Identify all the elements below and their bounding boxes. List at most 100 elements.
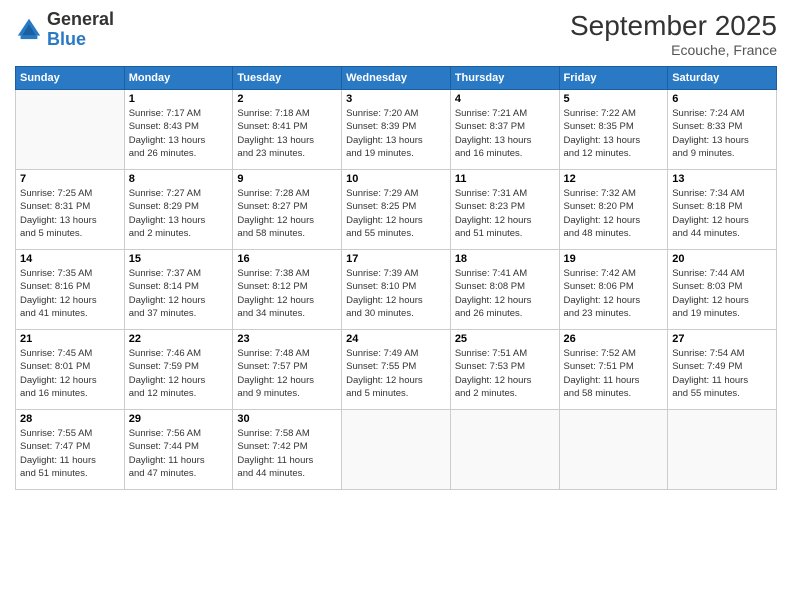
day-cell: 3Sunrise: 7:20 AMSunset: 8:39 PMDaylight… xyxy=(342,90,451,170)
day-cell: 28Sunrise: 7:55 AMSunset: 7:47 PMDayligh… xyxy=(16,410,125,490)
week-row-2: 14Sunrise: 7:35 AMSunset: 8:16 PMDayligh… xyxy=(16,250,777,330)
day-cell: 13 Sunrise: 7:34 AMSunset: 8:18 PMDayligh… xyxy=(668,170,777,250)
day-info: Sunrise: 7:58 AMSunset: 7:42 PMDaylight:… xyxy=(237,427,337,480)
logo-blue-text: Blue xyxy=(47,29,86,49)
col-tuesday: Tuesday xyxy=(233,67,342,90)
day-cell xyxy=(16,90,125,170)
header-row: Sunday Monday Tuesday Wednesday Thursday… xyxy=(16,67,777,90)
day-info: Sunrise: 7:54 AMSunset: 7:49 PMDaylight:… xyxy=(672,347,772,400)
day-info: Sunrise: 7:48 AMSunset: 7:57 PMDaylight:… xyxy=(237,347,337,400)
day-info: Sunrise: 7:18 AMSunset: 8:41 PMDaylight:… xyxy=(237,107,337,160)
day-cell xyxy=(559,410,668,490)
calendar-table: Sunday Monday Tuesday Wednesday Thursday… xyxy=(15,66,777,490)
day-number: 16 xyxy=(237,253,337,265)
logo: General Blue xyxy=(15,10,114,50)
day-cell: 22Sunrise: 7:46 AMSunset: 7:59 PMDayligh… xyxy=(124,330,233,410)
day-cell xyxy=(668,410,777,490)
day-cell: 14Sunrise: 7:35 AMSunset: 8:16 PMDayligh… xyxy=(16,250,125,330)
day-number: 4 xyxy=(455,93,555,105)
day-info: Sunrise: 7:41 AMSunset: 8:08 PMDaylight:… xyxy=(455,267,555,320)
day-number: 8 xyxy=(129,173,229,185)
day-info: Sunrise: 7:31 AMSunset: 8:23 PMDaylight:… xyxy=(455,187,555,240)
calendar-header: Sunday Monday Tuesday Wednesday Thursday… xyxy=(16,67,777,90)
day-cell: 29 Sunrise: 7:56 AMSunset: 7:44 PMDayligh… xyxy=(124,410,233,490)
header: General Blue September 2025 Ecouche, Fra… xyxy=(15,10,777,58)
week-row-3: 21Sunrise: 7:45 AMSunset: 8:01 PMDayligh… xyxy=(16,330,777,410)
day-cell: 1Sunrise: 7:17 AMSunset: 8:43 PMDaylight… xyxy=(124,90,233,170)
day-info: Sunrise: 7:17 AMSunset: 8:43 PMDaylight:… xyxy=(129,107,229,160)
day-number: 2 xyxy=(237,93,337,105)
col-monday: Monday xyxy=(124,67,233,90)
day-info: Sunrise: 7:52 AMSunset: 7:51 PMDaylight:… xyxy=(564,347,664,400)
day-number: 29 xyxy=(129,413,229,425)
day-info: Sunrise: 7:27 AMSunset: 8:29 PMDaylight:… xyxy=(129,187,229,240)
day-number: 23 xyxy=(237,333,337,345)
day-cell: 27 Sunrise: 7:54 AMSunset: 7:49 PMDayligh… xyxy=(668,330,777,410)
day-number: 18 xyxy=(455,253,555,265)
col-saturday: Saturday xyxy=(668,67,777,90)
col-thursday: Thursday xyxy=(450,67,559,90)
week-row-0: 1Sunrise: 7:17 AMSunset: 8:43 PMDaylight… xyxy=(16,90,777,170)
day-info: Sunrise: 7:38 AMSunset: 8:12 PMDaylight:… xyxy=(237,267,337,320)
day-cell: 18 Sunrise: 7:41 AMSunset: 8:08 PMDayligh… xyxy=(450,250,559,330)
day-cell: 7 Sunrise: 7:25 AMSunset: 8:31 PMDaylight… xyxy=(16,170,125,250)
title-block: September 2025 Ecouche, France xyxy=(570,10,777,58)
day-cell: 9Sunrise: 7:28 AMSunset: 8:27 PMDaylight… xyxy=(233,170,342,250)
day-info: Sunrise: 7:37 AMSunset: 8:14 PMDaylight:… xyxy=(129,267,229,320)
day-info: Sunrise: 7:51 AMSunset: 7:53 PMDaylight:… xyxy=(455,347,555,400)
day-number: 25 xyxy=(455,333,555,345)
day-info: Sunrise: 7:20 AMSunset: 8:39 PMDaylight:… xyxy=(346,107,446,160)
day-cell: 5 Sunrise: 7:22 AMSunset: 8:35 PMDaylight… xyxy=(559,90,668,170)
day-number: 28 xyxy=(20,413,120,425)
day-cell: 4 Sunrise: 7:21 AMSunset: 8:37 PMDaylight… xyxy=(450,90,559,170)
day-cell: 26 Sunrise: 7:52 AMSunset: 7:51 PMDayligh… xyxy=(559,330,668,410)
day-cell: 6Sunrise: 7:24 AMSunset: 8:33 PMDaylight… xyxy=(668,90,777,170)
col-wednesday: Wednesday xyxy=(342,67,451,90)
day-number: 13 xyxy=(672,173,772,185)
day-number: 22 xyxy=(129,333,229,345)
day-info: Sunrise: 7:25 AMSunset: 8:31 PMDaylight:… xyxy=(20,187,120,240)
day-number: 7 xyxy=(20,173,120,185)
day-info: Sunrise: 7:21 AMSunset: 8:37 PMDaylight:… xyxy=(455,107,555,160)
day-number: 24 xyxy=(346,333,446,345)
day-cell: 11 Sunrise: 7:31 AMSunset: 8:23 PMDayligh… xyxy=(450,170,559,250)
day-cell xyxy=(450,410,559,490)
day-info: Sunrise: 7:28 AMSunset: 8:27 PMDaylight:… xyxy=(237,187,337,240)
day-number: 30 xyxy=(237,413,337,425)
day-number: 5 xyxy=(564,93,664,105)
page: General Blue September 2025 Ecouche, Fra… xyxy=(0,0,792,612)
day-cell: 25 Sunrise: 7:51 AMSunset: 7:53 PMDayligh… xyxy=(450,330,559,410)
day-cell: 15 Sunrise: 7:37 AMSunset: 8:14 PMDayligh… xyxy=(124,250,233,330)
day-info: Sunrise: 7:56 AMSunset: 7:44 PMDaylight:… xyxy=(129,427,229,480)
day-cell: 17Sunrise: 7:39 AMSunset: 8:10 PMDayligh… xyxy=(342,250,451,330)
day-cell: 16 Sunrise: 7:38 AMSunset: 8:12 PMDayligh… xyxy=(233,250,342,330)
day-number: 11 xyxy=(455,173,555,185)
day-info: Sunrise: 7:22 AMSunset: 8:35 PMDaylight:… xyxy=(564,107,664,160)
col-sunday: Sunday xyxy=(16,67,125,90)
day-info: Sunrise: 7:34 AMSunset: 8:18 PMDaylight:… xyxy=(672,187,772,240)
day-number: 26 xyxy=(564,333,664,345)
day-cell: 2 Sunrise: 7:18 AMSunset: 8:41 PMDaylight… xyxy=(233,90,342,170)
col-friday: Friday xyxy=(559,67,668,90)
day-info: Sunrise: 7:32 AMSunset: 8:20 PMDaylight:… xyxy=(564,187,664,240)
day-info: Sunrise: 7:42 AMSunset: 8:06 PMDaylight:… xyxy=(564,267,664,320)
day-number: 12 xyxy=(564,173,664,185)
day-number: 27 xyxy=(672,333,772,345)
day-number: 20 xyxy=(672,253,772,265)
month-title: September 2025 xyxy=(570,10,777,42)
logo-general-text: General xyxy=(47,9,114,29)
day-number: 17 xyxy=(346,253,446,265)
day-cell: 19Sunrise: 7:42 AMSunset: 8:06 PMDayligh… xyxy=(559,250,668,330)
day-number: 15 xyxy=(129,253,229,265)
day-info: Sunrise: 7:44 AMSunset: 8:03 PMDaylight:… xyxy=(672,267,772,320)
day-cell: 24 Sunrise: 7:49 AMSunset: 7:55 PMDayligh… xyxy=(342,330,451,410)
day-cell xyxy=(342,410,451,490)
day-cell: 8 Sunrise: 7:27 AMSunset: 8:29 PMDaylight… xyxy=(124,170,233,250)
day-info: Sunrise: 7:49 AMSunset: 7:55 PMDaylight:… xyxy=(346,347,446,400)
day-cell: 20 Sunrise: 7:44 AMSunset: 8:03 PMDayligh… xyxy=(668,250,777,330)
week-row-4: 28Sunrise: 7:55 AMSunset: 7:47 PMDayligh… xyxy=(16,410,777,490)
calendar-body: 1Sunrise: 7:17 AMSunset: 8:43 PMDaylight… xyxy=(16,90,777,490)
day-number: 21 xyxy=(20,333,120,345)
day-number: 6 xyxy=(672,93,772,105)
location: Ecouche, France xyxy=(570,42,777,58)
